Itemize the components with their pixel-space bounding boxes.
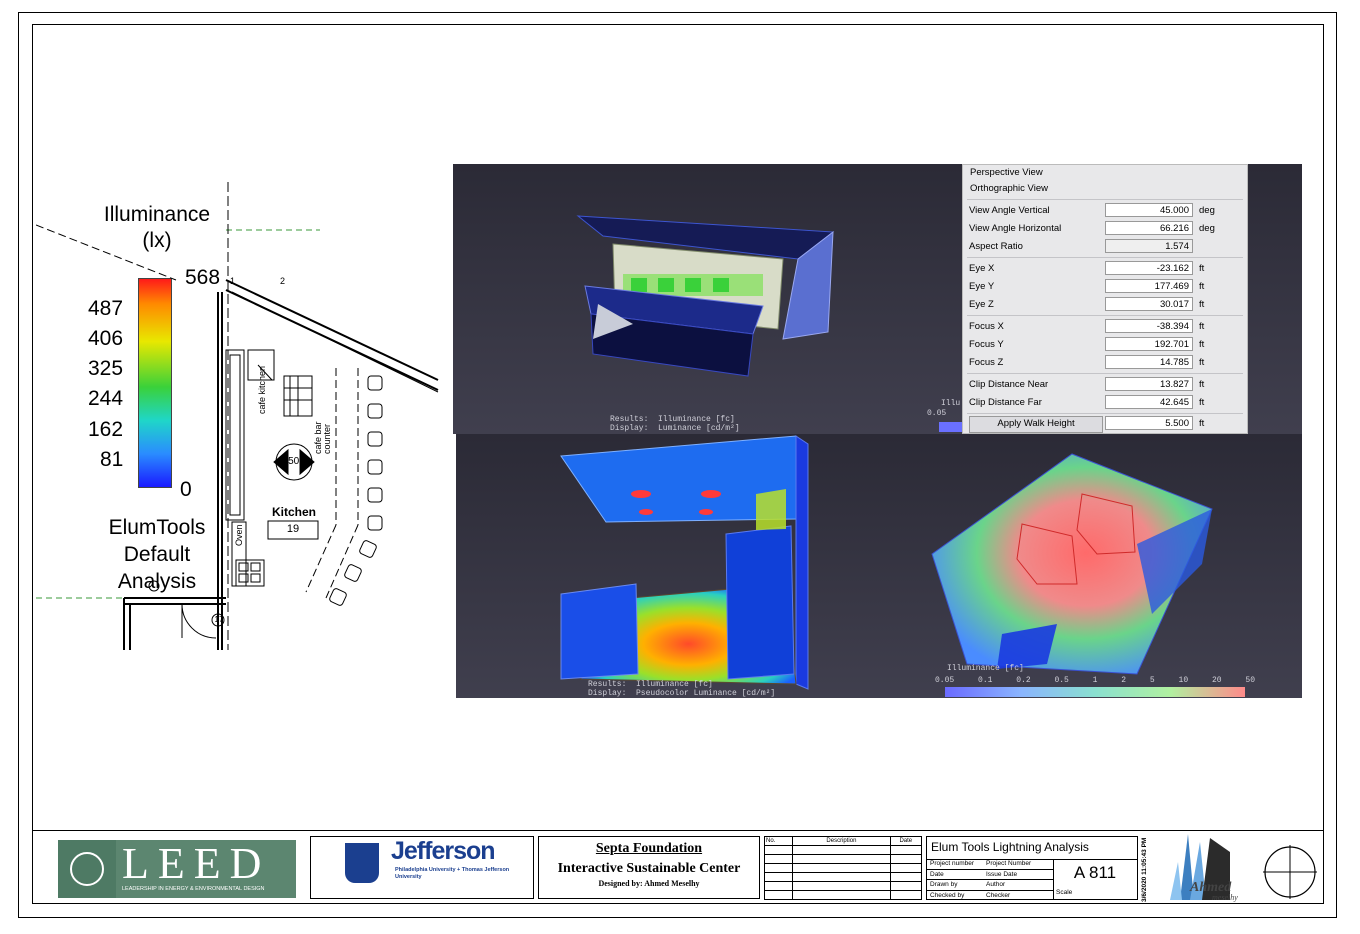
render-scene [931, 453, 1213, 675]
prop-input[interactable]: 14.785 [1105, 355, 1193, 369]
scale-tick: 50 [1245, 676, 1255, 685]
rev-header: No. [763, 836, 794, 846]
prop-focus-x: Focus X -38.394 ft [969, 319, 1205, 333]
prop-clip-far: Clip Distance Far 42.645 ft [969, 395, 1205, 409]
room-name: Kitchen [271, 505, 316, 519]
label-cafe-kitchen: cafe kitchen [257, 365, 267, 414]
scale-tick: 0.5 [1054, 676, 1069, 685]
prop-input[interactable]: 45.000 [1105, 203, 1193, 217]
scale-tick: 2 [1121, 676, 1127, 685]
scale-tick: 0.1 [978, 676, 993, 685]
floor-plan-drawing [36, 182, 439, 650]
prop-input[interactable]: 177.469 [1105, 279, 1193, 293]
designer-credit: Designed by: Ahmed Meselhy [598, 879, 700, 888]
project-title-box: Septa Foundation Interactive Sustainable… [538, 836, 760, 899]
walk-height-unit: ft [1199, 418, 1205, 429]
sheet-title: Elum Tools Lightning Analysis [931, 840, 1089, 854]
sheet-number: A 811 [1073, 863, 1117, 882]
view-properties-panel: Perspective View Orthographic View View … [962, 164, 1248, 434]
rev-header: Description [792, 836, 891, 846]
room-number: 19 [286, 523, 300, 535]
render-scale-tick: 0.05 [927, 409, 947, 418]
perspective-view-option[interactable]: Perspective View [970, 167, 1043, 178]
sheet-info-box: Elum Tools Lightning Analysis Project nu… [926, 836, 1138, 900]
prop-input[interactable]: -38.394 [1105, 319, 1193, 333]
leed-logo: LEED LEADERSHIP IN ENERGY & ENVIRONMENTA… [58, 840, 296, 898]
render-perspective-luminance: Results: Illuminance [fc] Display: Lumin… [453, 164, 879, 434]
section-left-number: 1 [230, 276, 236, 286]
render-scale-bar [945, 687, 1245, 697]
prop-input[interactable]: -23.162 [1105, 261, 1193, 275]
prop-eye-z: Eye Z 30.017 ft [969, 297, 1205, 311]
project-title: Septa Foundation [595, 841, 703, 856]
prop-focus-z: Focus Z 14.785 ft [969, 355, 1205, 369]
render-top-down-heatmap: Illuminance [fc] 0.05 0.1 0.2 0.5 1 2 5 … [887, 434, 1302, 698]
jefferson-j-icon [345, 843, 379, 883]
prop-input[interactable]: 42.645 [1105, 395, 1193, 409]
orthographic-view-option[interactable]: Orthographic View [970, 183, 1048, 194]
render-scene [576, 215, 835, 377]
leed-badge-icon [58, 840, 116, 898]
author-logo-script-sub: meselhy [1212, 893, 1238, 902]
prop-clip-near: Clip Distance Near 13.827 ft [969, 377, 1205, 391]
render-scene [560, 435, 809, 690]
prop-eye-y: Eye Y 177.469 ft [969, 279, 1205, 293]
section-tag: A 501 [279, 456, 305, 467]
section-right-number: 2 [280, 276, 286, 286]
render-scale-ticks: 0.05 0.1 0.2 0.5 1 2 5 10 20 50 [935, 676, 1255, 685]
render-pseudocolor-interior: Results: Illuminance [fc] Display: Pseud… [456, 434, 887, 698]
label-cafe-bar: cafe bar counter [313, 421, 332, 454]
jefferson-logo-box: Jefferson Philadelphia University + Thom… [310, 836, 534, 899]
prop-input: 1.574 [1105, 239, 1193, 253]
scale-label: Scale [1056, 889, 1073, 896]
title-block-divider [32, 830, 1324, 831]
label-oven: Oven [234, 524, 244, 546]
leed-word: LEED [122, 839, 271, 888]
sheet-fields: Project number Project Number Date Issue D… [927, 859, 1053, 899]
apply-walk-height-button[interactable]: Apply Walk Height [969, 416, 1103, 433]
scale-tick: 20 [1211, 676, 1222, 685]
jefferson-subtitle: Philadelphia University + Thomas Jeffers… [395, 867, 510, 880]
render-scale-partial: Illu [941, 399, 961, 408]
revision-table: No. Description Date [763, 836, 923, 900]
scale-tick: 1 [1092, 676, 1098, 685]
author-logo: Ahmed meselhy [1160, 832, 1256, 902]
prop-aspect-ratio: Aspect Ratio 1.574 [963, 239, 1247, 255]
scale-tick: 5 [1149, 676, 1155, 685]
scale-tick: 0.2 [1016, 676, 1031, 685]
leed-subtitle: LEADERSHIP IN ENERGY & ENVIRONMENTAL DES… [122, 886, 265, 892]
prop-view-angle-vertical: View Angle Vertical 45.000 deg [969, 203, 1215, 217]
prop-eye-x: Eye X -23.162 ft [969, 261, 1205, 275]
jefferson-name: Jefferson [391, 837, 496, 865]
walk-height-input[interactable]: 5.500 [1105, 416, 1193, 430]
render-scale-title: Illuminance [fc] [947, 664, 1024, 673]
prop-input[interactable]: 13.827 [1105, 377, 1193, 391]
prop-input[interactable]: 30.017 [1105, 297, 1193, 311]
rev-header: Date [889, 836, 923, 846]
door-tag: 17 [214, 615, 224, 624]
scale-tick: 0.05 [935, 676, 955, 685]
north-arrow-icon [1263, 845, 1317, 899]
prop-focus-y: Focus Y 192.701 ft [969, 337, 1205, 351]
scale-tick: 10 [1178, 676, 1189, 685]
prop-input[interactable]: 192.701 [1105, 337, 1193, 351]
prop-view-angle-horizontal: View Angle Horizontal 66.216 deg [969, 221, 1215, 235]
render-caption: Results: Illuminance [fc] Display: Pseud… [588, 680, 776, 698]
prop-input[interactable]: 66.216 [1105, 221, 1193, 235]
plot-timestamp: 3/6/2020 11:05:43 PM [1141, 837, 1148, 902]
render-caption: Results: Illuminance [fc] Display: Lumin… [610, 415, 740, 433]
project-subtitle: Interactive Sustainable Center [557, 861, 741, 876]
